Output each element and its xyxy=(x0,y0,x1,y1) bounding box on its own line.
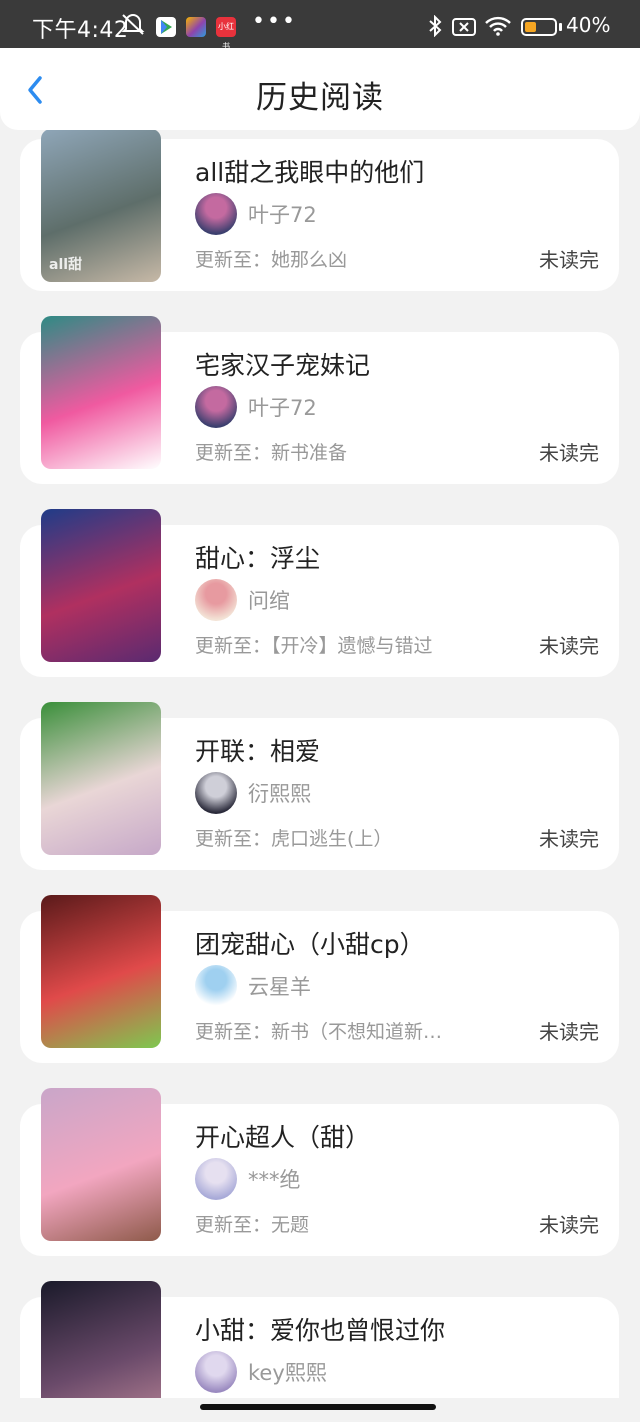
book-card[interactable]: 团宠甜心（小甜cp） 云星羊更新至：新书（不想知道新… 未读完 xyxy=(20,895,619,1063)
book-cover[interactable] xyxy=(41,895,161,1048)
book-cover[interactable] xyxy=(41,702,161,855)
author-avatar[interactable] xyxy=(195,1158,237,1200)
page-title: 历史阅读 xyxy=(256,80,384,116)
author-name[interactable]: 云星羊 xyxy=(248,971,311,1001)
home-indicator[interactable] xyxy=(200,1404,436,1410)
book-title[interactable]: 宅家汉子宠妹记 xyxy=(195,346,370,382)
book-card[interactable]: 开联：相爱衍熙熙更新至：虎口逃生(上） 未读完 xyxy=(20,702,619,870)
book-cover[interactable]: all甜 xyxy=(41,129,161,282)
read-status: 未读完 xyxy=(539,441,599,465)
book-cover[interactable] xyxy=(41,509,161,662)
latest-update: 更新至：虎口逃生(上） xyxy=(195,828,393,850)
book-card[interactable]: 开心超人（甜） ***绝更新至：无题 未读完 xyxy=(20,1088,619,1256)
latest-update: 更新至：新书准备 xyxy=(195,442,348,464)
latest-update: 更新至：她那么凶 xyxy=(195,249,348,271)
author-name[interactable]: key熙熙 xyxy=(248,1357,327,1387)
author-avatar[interactable] xyxy=(195,579,237,621)
book-card[interactable]: 宅家汉子宠妹记叶子72 更新至：新书准备 未读完 xyxy=(20,316,619,484)
book-card[interactable]: all甜 all甜之我眼中的他们叶子72 更新至：她那么凶 未读完 xyxy=(20,129,619,291)
latest-update: 更新至：【开冷】遗憾与错过 xyxy=(195,635,433,657)
history-list: all甜 all甜之我眼中的他们 叶子72 更新至：她那么凶 未读完 宅家汉子宠妹记 叶子7… xyxy=(0,0,640,1398)
book-title[interactable]: 小甜：爱你也曾恨过你 xyxy=(195,1311,445,1347)
book-cover[interactable] xyxy=(41,1281,161,1398)
book-cover[interactable] xyxy=(41,1088,161,1241)
book-title[interactable]: 团宠甜心（小甜cp） xyxy=(195,925,425,961)
author-name[interactable]: 问绾 xyxy=(248,585,290,615)
read-status: 未读完 xyxy=(539,1213,599,1237)
read-status: 未读完 xyxy=(539,827,599,851)
author-avatar[interactable] xyxy=(195,386,237,428)
author-avatar[interactable] xyxy=(195,965,237,1007)
book-card[interactable]: 小甜：爱你也曾恨过你 key熙熙 xyxy=(20,1281,619,1398)
author-avatar[interactable] xyxy=(195,772,237,814)
book-cover[interactable] xyxy=(41,316,161,469)
author-name[interactable]: 叶子72 xyxy=(248,392,317,422)
latest-update: 更新至：无题 xyxy=(195,1214,310,1236)
author-name[interactable]: ***绝 xyxy=(248,1164,301,1194)
book-title[interactable]: 甜心：浮尘 xyxy=(195,539,320,575)
page-header: 历史阅读 xyxy=(0,48,640,130)
author-name[interactable]: 叶子72 xyxy=(248,199,317,229)
author-avatar[interactable] xyxy=(195,1351,237,1393)
read-status: 未读完 xyxy=(539,248,599,272)
book-card[interactable]: 甜心：浮尘问绾更新至：【开冷】遗憾与错过 未读完 xyxy=(20,509,619,677)
book-title[interactable]: 开联：相爱 xyxy=(195,732,320,768)
book-title[interactable]: 开心超人（甜） xyxy=(195,1118,370,1154)
cover-title-art: all甜 xyxy=(49,257,83,273)
author-avatar[interactable] xyxy=(195,193,237,235)
latest-update: 更新至：新书（不想知道新… xyxy=(195,1021,443,1043)
read-status: 未读完 xyxy=(539,634,599,658)
book-title[interactable]: all甜之我眼中的他们 xyxy=(195,153,424,189)
author-name[interactable]: 衍熙熙 xyxy=(248,778,311,808)
read-status: 未读完 xyxy=(539,1020,599,1044)
